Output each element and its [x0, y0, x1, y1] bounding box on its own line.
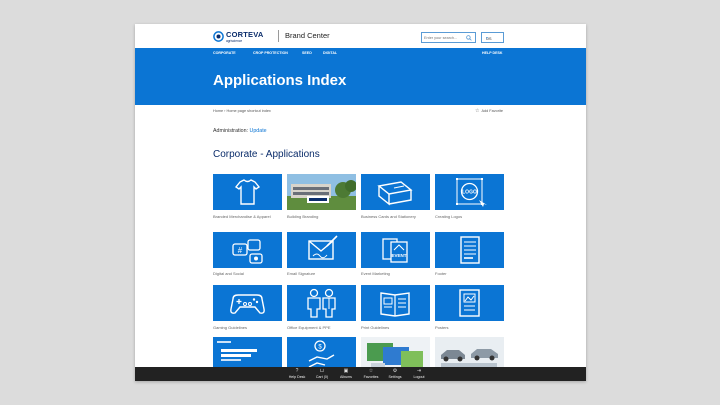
bottom-toolbar: ? Help Desk ⊔ Cart (0) ▣ Albums ☆ Favori… [135, 367, 586, 381]
tile-gaming-guidelines[interactable] [213, 285, 282, 321]
corteva-logo-mark-icon [213, 31, 224, 42]
footer-favorites[interactable]: ☆ Favorites [359, 368, 383, 380]
site-title: Brand Center [285, 31, 330, 40]
tile-label: Gaming Guidelines [213, 325, 248, 330]
gamepad-icon [230, 294, 265, 314]
footer-label: Help Desk [288, 375, 306, 379]
footer-cart[interactable]: ⊔ Cart (0) [310, 368, 334, 380]
svg-text:EVENT: EVENT [391, 253, 406, 258]
event-icon: EVENT [382, 238, 408, 263]
business-cards-icon [377, 181, 413, 206]
nav-item-crop-protection[interactable]: CROP PROTECTION [253, 51, 288, 55]
tile-label: Digital and Social [213, 271, 244, 276]
browser-page: CORTEVA agriscience Brand Center US ▾ CO… [135, 24, 586, 381]
tile-branded-merchandise[interactable] [213, 174, 282, 210]
logo-design-icon: LOGO [456, 178, 487, 207]
help-icon: ? [295, 368, 299, 374]
tile-posters[interactable] [435, 285, 504, 321]
language-select[interactable]: US ▾ [481, 32, 504, 43]
tile-business-cards[interactable] [361, 174, 430, 210]
footer-logout[interactable]: ⇥ Logout [407, 368, 431, 380]
gear-icon: ⚙ [392, 368, 398, 374]
tile-label: Building Branding [287, 214, 319, 219]
tile-label: Business Cards and Stationery [361, 214, 416, 219]
building-photo [287, 174, 356, 210]
add-favorite-button[interactable]: ☆ Add Favorite [475, 108, 503, 114]
tile-label: Print Guidelines [361, 325, 390, 330]
tile-label: Branded Merchandise & Apparel [213, 214, 271, 219]
admin-label: Administration: [213, 128, 249, 134]
breadcrumb[interactable]: Home › Home page shortcut index [213, 109, 271, 113]
document-icon [460, 236, 480, 264]
admin-line: Administration: Update [213, 128, 267, 134]
footer-label: Favorites [363, 375, 379, 379]
tile-event-marketing[interactable]: EVENT [361, 232, 430, 268]
tile-print-guidelines[interactable] [361, 285, 430, 321]
tshirt-icon [234, 179, 261, 205]
nav-item-digital[interactable]: DIGITAL [323, 51, 337, 55]
add-favorite-label: Add Favorite [481, 109, 504, 113]
hero-banner: Applications Index [135, 58, 586, 105]
tile-email-signature[interactable] [287, 232, 356, 268]
tile-digital-social[interactable]: # [213, 232, 282, 268]
tile-building-branding[interactable] [287, 174, 356, 210]
cart-icon: ⊔ [320, 368, 324, 374]
footer-label: Settings [388, 375, 402, 379]
albums-icon: ▣ [343, 368, 349, 374]
nav-item-corporate[interactable]: CORPORATE [213, 51, 236, 55]
logo-subtitle: agriscience [226, 38, 243, 43]
logout-icon: ⇥ [416, 368, 422, 374]
tile-footer[interactable] [435, 232, 504, 268]
tile-label: Office Equipment & PPE [287, 325, 331, 330]
email-signature-icon [308, 235, 338, 260]
poster-icon [459, 289, 480, 317]
admin-update-link[interactable]: Update [250, 128, 267, 134]
svg-text:#: # [238, 246, 243, 255]
tile-label: Posters [435, 325, 449, 330]
tile-label: Event Marketing [361, 271, 390, 276]
ppe-icon [307, 288, 336, 318]
footer-settings[interactable]: ⚙ Settings [383, 368, 407, 380]
footer-label: Albums [340, 375, 352, 379]
main-nav: CORPORATE CROP PROTECTION SEED DIGITAL H… [135, 48, 586, 58]
search-box[interactable] [421, 32, 476, 43]
footer-albums[interactable]: ▣ Albums [334, 368, 358, 380]
star-icon: ☆ [368, 368, 374, 374]
footer-label: Logout [413, 375, 425, 379]
tile-label: Creating Logos [435, 214, 463, 219]
tile-label: Email Signature [287, 271, 316, 276]
section-title: Corporate - Applications [213, 149, 320, 160]
corteva-logo[interactable]: CORTEVA agriscience [213, 30, 273, 44]
nav-item-seed[interactable]: SEED [302, 51, 312, 55]
search-input[interactable] [424, 34, 464, 42]
tile-office-equipment[interactable] [287, 285, 356, 321]
tile-label: Footer [435, 271, 447, 276]
chevron-down-icon: ▾ [486, 35, 489, 40]
search-icon[interactable] [466, 35, 472, 41]
page-title: Applications Index [213, 72, 347, 89]
header-divider [278, 30, 279, 42]
footer-help-desk[interactable]: ? Help Desk [285, 368, 309, 380]
star-outline-icon: ☆ [475, 108, 480, 114]
nav-item-help-desk[interactable]: HELP DESK [482, 51, 503, 55]
footer-label: Cart (0) [315, 375, 329, 379]
social-media-icon: # [232, 239, 263, 264]
svg-text:$: $ [318, 345, 322, 351]
svg-text:LOGO: LOGO [462, 190, 477, 196]
brochure-icon [380, 292, 410, 317]
tile-creating-logos[interactable]: LOGO [435, 174, 504, 210]
site-header: CORTEVA agriscience Brand Center US ▾ [135, 24, 586, 48]
